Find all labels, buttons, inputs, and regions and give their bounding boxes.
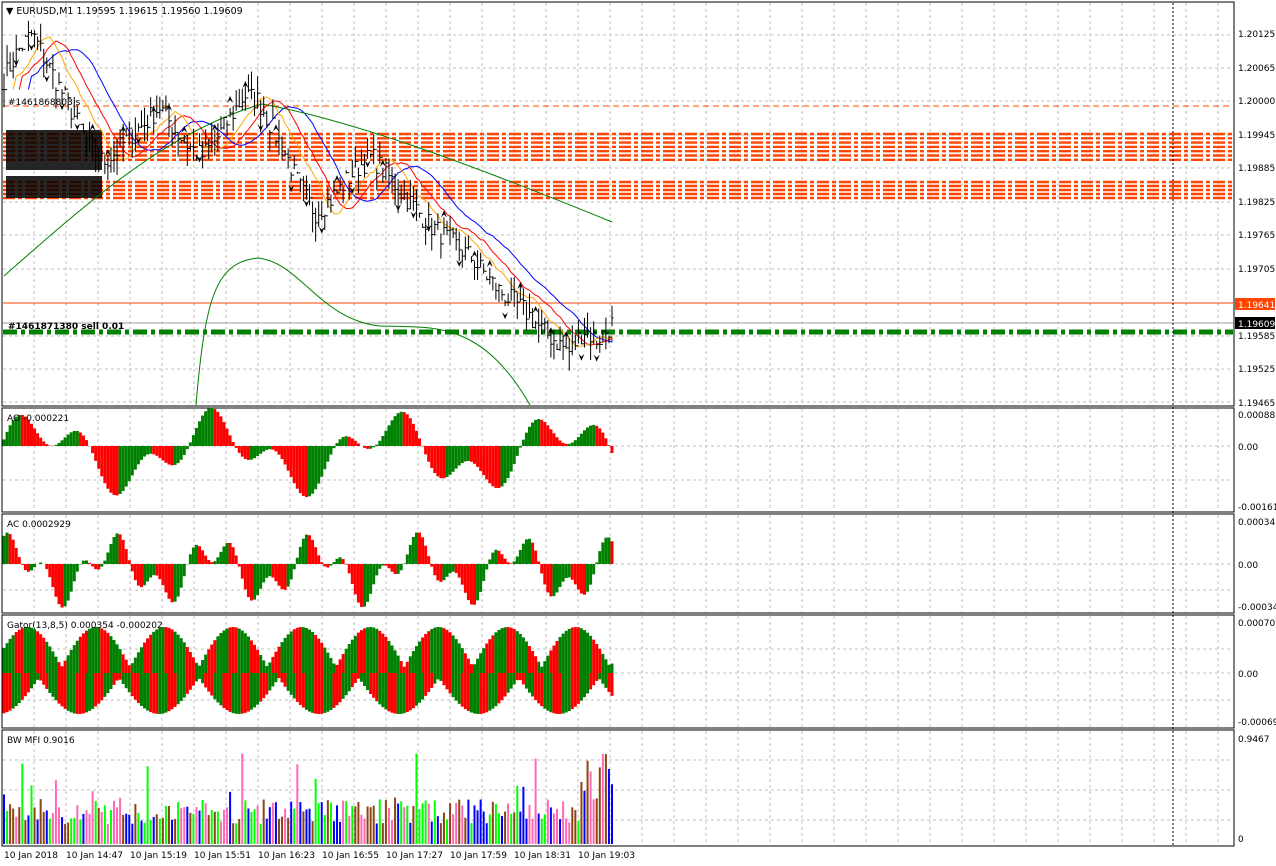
price-tick: 1.19765 (1238, 231, 1275, 241)
fractal-up-arrow (532, 305, 539, 313)
fractal-down-arrow (578, 353, 585, 361)
fractal-down-arrow (364, 160, 371, 168)
trading-chart: ▼ EURUSD,M1 1.19595 1.19615 1.19560 1.19… (1, 1, 1276, 861)
ao-scale-top: 0.000887 (1238, 411, 1276, 421)
chart-header: ▼ EURUSD,M1 1.19595 1.19615 1.19560 1.19… (6, 6, 243, 17)
fractal-up-arrow (89, 123, 96, 131)
price-tick: 1.19825 (1238, 198, 1275, 208)
time-tick: 10 Jan 18:31 (514, 851, 571, 861)
mfi-scale-bottom: 0 (1238, 835, 1244, 845)
time-tick: 10 Jan 14:47 (66, 851, 123, 861)
moving-averages (3, 36, 613, 406)
price-tick: 1.19585 (1238, 332, 1275, 342)
time-tick: 10 Jan 19:03 (578, 851, 635, 861)
order-label-block (6, 150, 102, 170)
price-tick: 1.19945 (1238, 131, 1275, 141)
price-tick: 1.20000 (1238, 97, 1275, 107)
order-label-block (6, 176, 102, 188)
ao-scale-zero: 0.00 (1238, 443, 1258, 453)
order-label-top: #1461868803 s (8, 98, 81, 108)
grid-lines (3, 3, 1233, 845)
mfi-label: BW MFI 0.9016 (7, 736, 75, 746)
ac-scale-bottom: -0.000342 (1238, 603, 1276, 613)
gator-scale-zero: 0.00 (1238, 670, 1258, 680)
order-label-block (6, 188, 102, 198)
current-price-value: 1.19609 (1238, 320, 1275, 330)
fractal-arrows (13, 43, 600, 362)
price-tick: 1.19705 (1238, 265, 1275, 275)
price-axis: 1.20125 1.20065 1.20000 1.19945 1.19885 … (1238, 30, 1275, 409)
ohlc-values: 1.19595 1.19615 1.19560 1.19609 (76, 6, 242, 17)
time-tick: 10 Jan 16:55 (322, 851, 379, 861)
bid-line-value: 1.19641 (1238, 301, 1275, 311)
ao-label: AO -0.000221 (7, 414, 69, 424)
fractal-down-arrow (43, 75, 50, 83)
fractal-up-arrow (471, 250, 478, 258)
price-tick: 1.19525 (1238, 365, 1275, 375)
symbol-label: EURUSD,M1 (16, 6, 73, 17)
gator-label: Gator(13,8,5) 0.000354 -0.000202 (7, 621, 163, 631)
mfi-scale-top: 0.9467 (1238, 735, 1270, 745)
gator-scale-top: 0.000701 (1238, 619, 1276, 629)
time-tick: 10 Jan 2018 (4, 851, 58, 861)
time-tick: 10 Jan 17:59 (450, 851, 507, 861)
fractal-down-arrow (502, 312, 509, 320)
dropdown-icon[interactable]: ▼ (6, 6, 16, 17)
ac-scale-zero: 0.00 (1238, 561, 1258, 571)
time-tick: 10 Jan 17:27 (386, 851, 443, 861)
fractal-down-arrow (303, 199, 310, 207)
ac-label: AC 0.0002929 (7, 520, 71, 530)
gator-scale-bottom: -0.000695 (1238, 718, 1276, 728)
fractal-down-arrow (410, 211, 417, 219)
time-tick: 10 Jan 15:19 (130, 851, 187, 861)
fractal-down-arrow (593, 354, 600, 362)
time-axis: 10 Jan 2018 10 Jan 14:47 10 Jan 15:19 10… (4, 851, 635, 861)
ao-scale-bottom: -0.001619 (1238, 503, 1276, 513)
fractal-up-arrow (272, 124, 279, 132)
price-tick: 1.20065 (1238, 64, 1275, 74)
ao-panel (1, 407, 1235, 513)
main-panel (1, 1, 1235, 407)
order-label-block (6, 130, 102, 150)
price-tick: 1.19465 (1238, 399, 1275, 409)
time-tick: 10 Jan 16:23 (258, 851, 315, 861)
order-label-sell: #1461871380 sell 0.01 (8, 322, 124, 332)
price-tick: 1.19885 (1238, 164, 1275, 174)
ac-scale-top: 0.000341 (1238, 518, 1276, 528)
fractal-up-arrow (227, 96, 234, 104)
time-tick: 10 Jan 15:51 (194, 851, 251, 861)
fractal-down-arrow (74, 123, 81, 131)
price-tick: 1.20125 (1238, 30, 1275, 40)
